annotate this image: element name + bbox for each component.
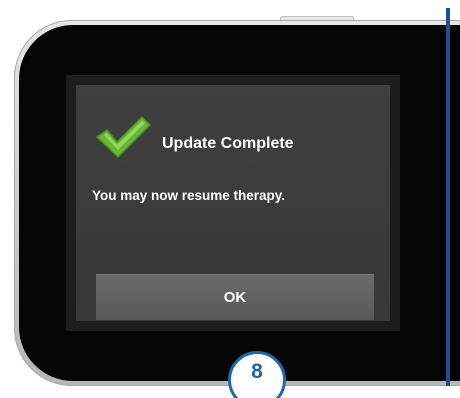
pump-device-illustration: Update Complete You may now resume thera… — [0, 0, 460, 398]
check-icon — [96, 116, 151, 158]
dialog-message: You may now resume therapy. — [92, 188, 286, 203]
dialog-title: Update Complete — [162, 135, 294, 152]
device-screen: Update Complete You may now resume thera… — [66, 75, 400, 331]
ok-button[interactable]: OK — [96, 274, 374, 320]
update-complete-dialog: Update Complete You may now resume thera… — [76, 85, 390, 321]
callout-border-line — [446, 8, 450, 386]
